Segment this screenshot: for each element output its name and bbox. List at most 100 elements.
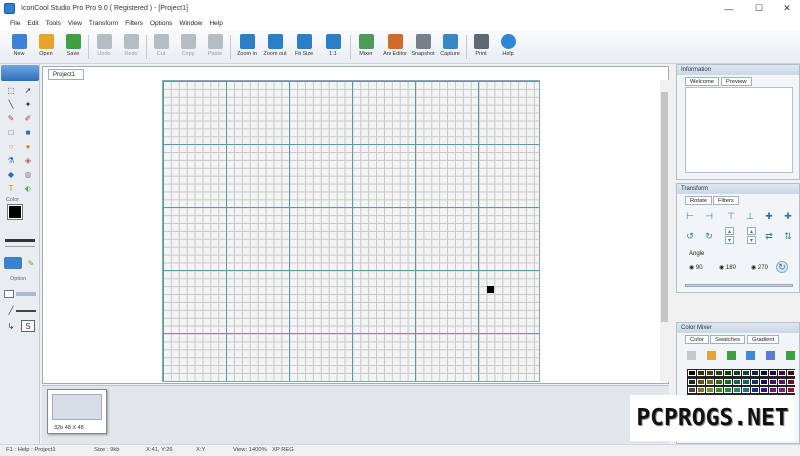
copy-button[interactable]: Copy — [173, 32, 203, 62]
color-swatch[interactable] — [751, 387, 759, 393]
tab-gradient[interactable]: Gradient — [747, 335, 780, 344]
tab-color[interactable]: Color — [685, 335, 709, 344]
rectangle-tool-icon[interactable]: □ — [4, 126, 18, 138]
nudge-up-right-icon[interactable]: ▴ — [747, 227, 756, 235]
close-button[interactable]: ✕ — [776, 0, 798, 17]
flip-horizontal-icon[interactable]: ⇄ — [763, 230, 775, 242]
color-swatch[interactable] — [778, 387, 786, 393]
color-swatch[interactable] — [778, 370, 786, 376]
menu-view[interactable]: View — [68, 20, 82, 27]
expand-cross-icon[interactable]: ✚ — [782, 210, 794, 222]
nudge-down-right-icon[interactable]: ▾ — [747, 236, 756, 244]
line-tool-icon[interactable]: ╲ — [4, 98, 18, 110]
filled-ellipse-tool-icon[interactable]: ● — [21, 140, 35, 152]
color-swatch[interactable] — [751, 378, 759, 385]
color-swatch[interactable] — [706, 387, 714, 393]
menu-file[interactable]: File — [10, 20, 20, 27]
color-swatch[interactable] — [706, 370, 714, 376]
tab-preview[interactable]: Preview — [721, 77, 752, 86]
swatch-edit-icon[interactable] — [766, 351, 776, 360]
option-curve-icon[interactable]: S — [21, 320, 35, 332]
color-swatch[interactable] — [697, 378, 705, 385]
nudge-down-icon[interactable]: ▾ — [725, 236, 734, 244]
color-swatch[interactable] — [697, 370, 705, 376]
rect-select-tool-icon[interactable]: ⬚ — [4, 84, 18, 96]
mixer-button[interactable]: Mixer — [351, 32, 381, 62]
color-swatch[interactable] — [742, 387, 750, 393]
option-corner-icon[interactable]: ↳ — [4, 320, 18, 332]
color-swatch[interactable] — [787, 370, 795, 376]
color-swatch[interactable] — [715, 387, 723, 393]
vertical-scrollbar[interactable] — [660, 80, 669, 382]
option-outline-icon[interactable] — [4, 290, 14, 298]
swatch-export-icon[interactable] — [785, 351, 795, 360]
print-button[interactable]: Print — [466, 32, 496, 62]
menu-edit[interactable]: Edit — [27, 20, 38, 27]
color-swatch[interactable] — [742, 378, 750, 385]
color-swatch[interactable] — [760, 387, 768, 393]
image-tool-icon[interactable] — [4, 257, 22, 269]
color-swatch[interactable] — [751, 370, 759, 376]
color-swatch[interactable] — [760, 370, 768, 376]
align-bottom-icon[interactable]: ⊥ — [744, 210, 756, 222]
angle-slider[interactable] — [685, 284, 793, 287]
color-swatch[interactable] — [724, 370, 732, 376]
menu-filters[interactable]: Filters — [125, 20, 143, 27]
angle-90-radio[interactable]: ◉ 90 — [689, 264, 703, 271]
actual-size-button[interactable]: 1:1 — [318, 32, 348, 62]
ani-editor-button[interactable]: Ani Editor — [380, 32, 410, 62]
color-swatch[interactable] — [769, 378, 777, 385]
foreground-color-swatch[interactable] — [7, 204, 23, 220]
text-tool-icon[interactable]: T — [4, 182, 18, 194]
color-swatch[interactable] — [715, 370, 723, 376]
minimize-button[interactable]: — — [718, 0, 740, 17]
color-swatch[interactable] — [688, 387, 696, 393]
color-swatch[interactable] — [724, 378, 732, 385]
color-swatch[interactable] — [733, 387, 741, 393]
center-cross-icon[interactable]: ✚ — [763, 210, 775, 222]
color-swatch[interactable] — [724, 387, 732, 393]
scrollbar-thumb[interactable] — [661, 92, 668, 322]
color-swatch[interactable] — [697, 387, 705, 393]
rotate-left-icon[interactable]: ↺ — [684, 230, 696, 242]
pixel-grid-canvas[interactable] — [162, 80, 540, 382]
paste-button[interactable]: Paste — [200, 32, 230, 62]
color-swatch[interactable] — [769, 387, 777, 393]
swatch-add-icon[interactable] — [746, 351, 756, 360]
line-width-preview[interactable] — [5, 239, 35, 242]
color-swatch[interactable] — [787, 378, 795, 385]
rotate-right-icon[interactable]: ↻ — [703, 230, 715, 242]
flip-vertical-icon[interactable]: ⇅ — [782, 230, 794, 242]
brush-tool-icon[interactable]: ✐ — [21, 112, 35, 124]
tab-rotate[interactable]: Rotate — [685, 196, 713, 205]
help-button[interactable]: Help — [493, 32, 523, 62]
icon-thumbnail[interactable]: 32b 48 X 48 — [47, 389, 107, 434]
tab-swatches[interactable]: Swatches — [710, 335, 746, 344]
color-swatch[interactable] — [778, 378, 786, 385]
undo-button[interactable]: Undo — [89, 32, 119, 62]
eyedropper-tool-icon[interactable]: ⚗ — [4, 154, 18, 166]
color-swatch[interactable] — [769, 370, 777, 376]
swatch-grid-icon[interactable] — [687, 351, 696, 360]
ellipse-tool-icon[interactable]: ○ — [4, 140, 18, 152]
wand-tool-icon[interactable]: ✦ — [21, 98, 35, 110]
filled-rectangle-tool-icon[interactable]: ■ — [21, 126, 35, 138]
eraser-tool-icon[interactable]: ◍ — [21, 168, 35, 180]
nudge-up-icon[interactable]: ▴ — [725, 227, 734, 235]
save-button[interactable]: Save — [58, 32, 88, 62]
document-tab[interactable]: Project1 — [48, 69, 84, 80]
new-button[interactable]: New — [4, 32, 34, 62]
align-left-icon[interactable]: ⊢ — [684, 210, 696, 222]
pointer-tool-icon[interactable]: ➚ — [21, 84, 35, 96]
tab-welcome[interactable]: Welcome — [685, 77, 720, 86]
color-swatch[interactable] — [787, 387, 795, 393]
pencil-tool-icon[interactable]: ✎ — [4, 112, 18, 124]
color-swatch[interactable] — [688, 370, 696, 376]
menu-help[interactable]: Help — [209, 20, 222, 27]
color-swatch[interactable] — [760, 378, 768, 385]
color-swatch[interactable] — [733, 378, 741, 385]
angle-180-radio[interactable]: ◉ 180 — [719, 264, 736, 271]
spray-tool-icon[interactable]: ⬖ — [21, 182, 35, 194]
color-swatch[interactable] — [706, 378, 714, 385]
option-line-bar[interactable] — [16, 310, 36, 312]
